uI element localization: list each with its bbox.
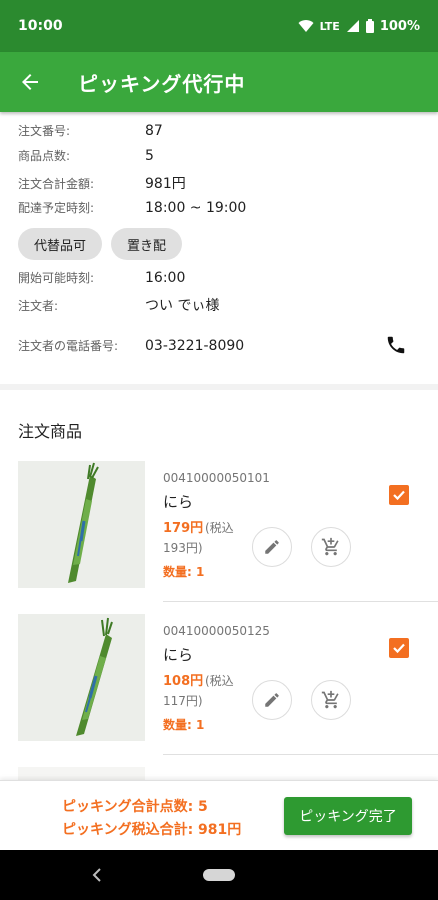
substitute-ok-chip: 代替品可: [18, 228, 102, 260]
add-to-cart-button[interactable]: [311, 680, 351, 720]
signal-icon: [346, 20, 359, 32]
picked-checkbox[interactable]: [389, 485, 409, 505]
order-number-row: 注文番号: 87: [18, 122, 163, 139]
delivery-time-value: 18:00 ~ 19:00: [145, 199, 247, 216]
item-divider: [163, 601, 438, 602]
order-detail-content[interactable]: 注文番号: 87 商品点数: 5 注文合計金額: 981円 配達予定時刻: 18…: [0, 112, 438, 780]
item-divider: [163, 754, 438, 755]
product-item: 00410000050101 にら 179円 (税込 193円) 数量: 1: [0, 461, 438, 613]
start-time-value: 16:00: [145, 269, 186, 286]
product-code: 00410000050101: [163, 471, 270, 485]
chevron-left-icon: [92, 868, 101, 882]
network-label: LTE: [319, 19, 340, 33]
product-code: 00410000050125: [163, 624, 270, 638]
product-image: [18, 614, 145, 741]
item-count-value: 5: [145, 147, 154, 164]
phone-value: 03-3221-8090: [145, 337, 245, 354]
order-total-label: 注文合計金額:: [18, 176, 95, 191]
status-bar: 10:00 LTE 100%: [0, 0, 438, 52]
nav-home-button[interactable]: [203, 869, 235, 881]
section-title: 注文商品: [18, 422, 83, 441]
product-tax-label: (税込: [205, 521, 234, 535]
product-tax-label: (税込: [205, 674, 234, 688]
cart-add-icon: [321, 690, 339, 709]
pencil-icon: [265, 540, 279, 554]
app-bar: ピッキング代行中: [0, 52, 438, 112]
phone-label: 注文者の電話番号:: [18, 339, 119, 353]
call-button[interactable]: [385, 334, 407, 356]
picking-complete-button[interactable]: ピッキング完了: [284, 797, 412, 835]
product-name: にら: [163, 646, 194, 664]
start-time-label: 開始可能時刻:: [18, 271, 95, 285]
order-number-label: 注文番号:: [18, 124, 71, 138]
page-title: ピッキング代行中: [78, 71, 246, 96]
customer-label: 注文者:: [18, 298, 59, 313]
product-quantity: 数量: 1: [163, 718, 205, 732]
battery-label: 100%: [379, 18, 420, 34]
order-total-row: 注文合計金額: 981円: [18, 173, 186, 193]
wifi-icon: [298, 20, 314, 32]
customer-value: つい でぃ様: [145, 298, 220, 314]
phone-icon: [387, 336, 405, 354]
order-total-value: 981円: [145, 176, 186, 192]
section-divider: [0, 384, 438, 390]
back-button[interactable]: [16, 68, 44, 96]
product-tax-price: 117円): [163, 694, 203, 708]
product-price: 108円: [163, 674, 204, 689]
add-to-cart-button[interactable]: [311, 527, 351, 567]
picked-checkbox[interactable]: [389, 638, 409, 658]
leave-at-door-chip: 置き配: [111, 228, 182, 260]
product-price: 179円: [163, 521, 204, 536]
customer-row: 注文者: つい でぃ様: [18, 295, 219, 315]
edit-button[interactable]: [252, 527, 292, 567]
status-time: 10:00: [18, 18, 63, 34]
product-tax-price: 193円): [163, 541, 203, 555]
picking-total-count: ピッキング合計点数: 5: [62, 799, 208, 815]
phone-row: 注文者の電話番号: 03-3221-8090: [18, 337, 244, 354]
picking-total-price: ピッキング税込合計: 981円: [62, 822, 242, 838]
order-number-value: 87: [145, 122, 163, 139]
product-quantity: 数量: 1: [163, 565, 205, 579]
product-image-partial: [18, 767, 145, 780]
product-name: にら: [163, 493, 194, 511]
product-image: [18, 461, 145, 588]
edit-button[interactable]: [252, 680, 292, 720]
check-icon: [393, 643, 405, 654]
check-icon: [393, 490, 405, 501]
start-time-row: 開始可能時刻: 16:00: [18, 269, 185, 286]
picking-summary-bar: ピッキング合計点数: 5 ピッキング税込合計: 981円 ピッキング完了: [0, 780, 438, 850]
nav-back-button[interactable]: [89, 866, 105, 884]
battery-icon: [365, 19, 374, 33]
system-nav-bar: [0, 850, 438, 900]
delivery-time-label: 配達予定時刻:: [18, 201, 95, 215]
product-item: 00410000050125 にら 108円 (税込 117円) 数量: 1: [0, 614, 438, 766]
delivery-time-row: 配達予定時刻: 18:00 ~ 19:00: [18, 199, 246, 216]
arrow-back-icon: [22, 74, 38, 90]
pencil-icon: [265, 693, 279, 707]
item-count-row: 商品点数: 5: [18, 147, 154, 164]
cart-add-icon: [321, 537, 339, 556]
item-count-label: 商品点数:: [18, 149, 71, 163]
